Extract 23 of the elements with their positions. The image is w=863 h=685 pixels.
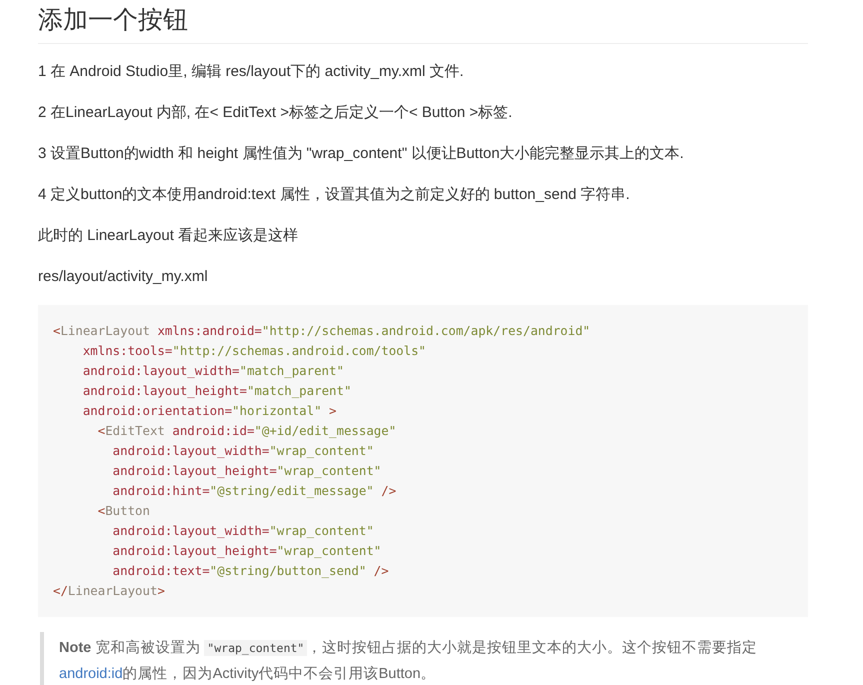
code-line: android:layout_width="wrap_content" <box>112 442 375 460</box>
paragraph: 4 定义button的文本使用android:text 属性，设置其值为之前定义好的 button_send 字符串. <box>38 185 631 205</box>
code-line: android:orientation="horizontal" > <box>82 402 338 420</box>
paragraph: res/layout/activity_my.xml <box>38 267 209 287</box>
paragraph: 此时的 LinearLayout 看起来应该是这样 <box>38 226 300 246</box>
code-line: <LinearLayout xmlns:android="http://schemas.android.com/apk/res/android" <box>53 322 592 340</box>
code-line: xmlns:tools="http://schemas.android.com/tools" <box>82 342 427 360</box>
code-line: </LinearLayout> <box>53 582 166 600</box>
code-line: android:layout_height="wrap_content" <box>112 542 382 560</box>
link[interactable]: android:id <box>59 666 123 682</box>
paragraph: 3 设置Button的width 和 height 属性值为 "wrap_content" 以便让Button大小能完整显示其上的文本. <box>38 144 685 164</box>
code-line: android:layout_width="wrap_content" <box>112 522 375 540</box>
code-line: android:layout_height="wrap_content" <box>112 462 382 480</box>
paragraph: 1 在 Android Studio里, 编辑 res/layout下的 activity_my.xml 文件. <box>38 62 465 82</box>
code-line: <Button <box>96 502 151 520</box>
code-line: android:hint="@string/edit_message" /> <box>112 482 398 500</box>
code-line: android:text="@string/button_send" /> <box>112 562 390 580</box>
code-line: android:layout_height="match_parent" <box>82 382 352 400</box>
section-heading: 添加一个按钮 <box>38 0 808 44</box>
paragraph: 2 在LinearLayout 内部, 在< EditText >标签之后定义一个< Button >标签. <box>38 103 514 123</box>
code-line: <EditText android:id="@+id/edit_message" <box>96 422 398 440</box>
note-paragraph: Note 宽和高被设置为 "wrap_content" ，这时按钮占据的大小就是按钮里文本的大小。这个按钮不需要指定 android:id的属性，因为Activity代码中不会引用该Button。 <box>40 632 808 685</box>
code-line: android:layout_width="match_parent" <box>82 362 345 380</box>
